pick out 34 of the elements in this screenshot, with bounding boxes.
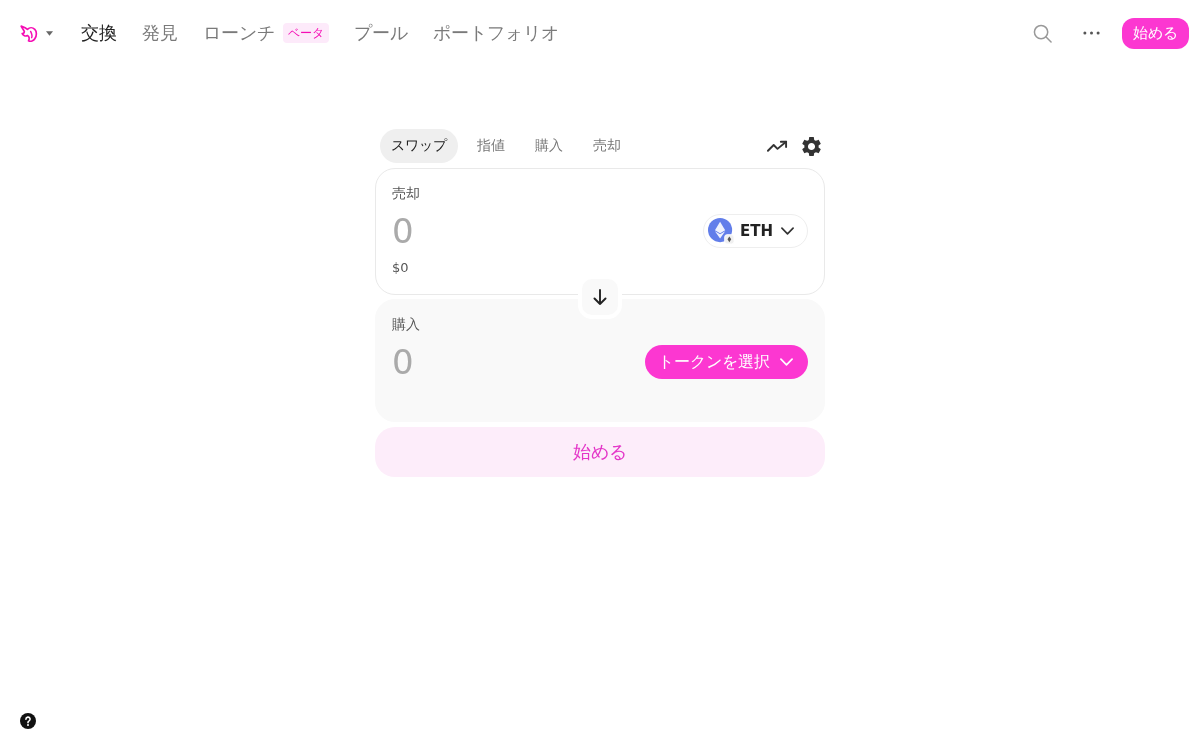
get-started-button[interactable]: 始める — [1122, 17, 1189, 49]
swap-tab[interactable]: 購入 — [524, 129, 574, 163]
unicorn-icon — [18, 22, 39, 44]
trend-up-icon — [767, 140, 788, 152]
swap-tab[interactable]: 指値 — [466, 129, 516, 163]
help-icon — [20, 713, 36, 729]
caret-icon — [46, 30, 53, 36]
more-icon — [1082, 31, 1100, 35]
nav-link[interactable]: プール — [354, 21, 408, 45]
nav-link[interactable]: 発見 — [142, 21, 178, 45]
buy-label: 購入 — [392, 315, 420, 334]
get-started-button[interactable]: 始める — [375, 427, 825, 477]
chevron-down-icon — [781, 227, 794, 235]
beta-badge: ベータ — [283, 23, 329, 43]
nav-link[interactable]: ポートフォリオ — [433, 21, 559, 45]
token-icon — [707, 218, 734, 244]
swap-tab[interactable]: 売却 — [582, 129, 632, 163]
logo-menu-button[interactable] — [18, 22, 53, 44]
swap-tab[interactable]: スワップ — [380, 129, 458, 163]
fiat-value: $0 — [392, 259, 409, 277]
nav-link[interactable]: ローンチ — [203, 21, 275, 45]
amount-input[interactable]: 0 — [392, 342, 592, 382]
settings-icon — [802, 136, 821, 156]
amount-input[interactable]: 0 — [392, 211, 592, 251]
token-button[interactable]: ETH — [702, 214, 808, 248]
help-button[interactable] — [20, 713, 36, 729]
chart-button[interactable] — [767, 140, 788, 152]
sell-label: 売却 — [392, 184, 420, 203]
chevron-down-icon — [780, 358, 793, 366]
settings-button[interactable] — [802, 136, 821, 156]
search-icon — [1032, 23, 1052, 43]
nav-link[interactable]: 交換 — [81, 21, 117, 45]
arrow-down-icon — [593, 289, 607, 305]
select-token-button[interactable]: トークンを選択 — [645, 345, 808, 379]
